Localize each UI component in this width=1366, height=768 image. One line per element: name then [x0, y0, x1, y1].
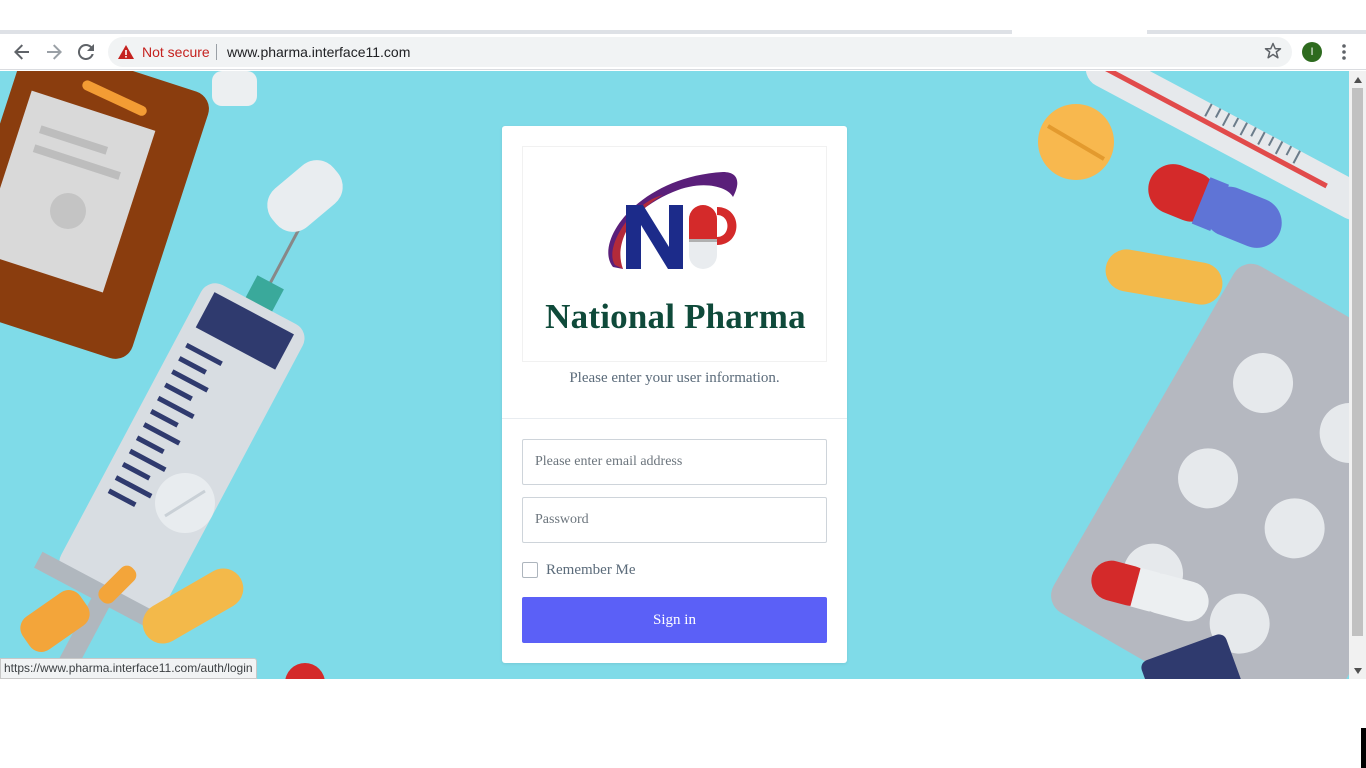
reload-button[interactable]: [74, 40, 98, 64]
scroll-up-icon: [1353, 76, 1362, 83]
browser-menu-button[interactable]: [1334, 40, 1354, 64]
login-instructions: Please enter your user information.: [569, 370, 780, 386]
scroll-down-icon: [1353, 667, 1362, 674]
tablet-illustration: [267, 160, 343, 232]
star-icon[interactable]: [1264, 42, 1282, 60]
menu-icon: [1342, 44, 1346, 60]
brand-name: National Pharma: [545, 297, 806, 336]
scroll-up-button[interactable]: [1349, 71, 1366, 88]
remember-me-label[interactable]: Remember Me: [546, 562, 636, 579]
national-pharma-logo-mark: [608, 172, 738, 269]
password-input[interactable]: [522, 497, 827, 543]
back-button[interactable]: [10, 40, 34, 64]
sign-in-button[interactable]: Sign in: [522, 597, 827, 643]
back-icon: [14, 44, 29, 60]
forward-icon: [47, 44, 62, 60]
page-scrollbar[interactable]: [1349, 71, 1366, 679]
scroll-down-button[interactable]: [1349, 662, 1366, 679]
capsule-illustration: [1105, 249, 1223, 305]
tab-strip: [0, 0, 1366, 34]
card-divider: [502, 418, 847, 419]
brand-logo: National Pharma: [522, 146, 827, 362]
security-label[interactable]: Not secure: [142, 44, 210, 60]
reload-icon: [78, 44, 94, 60]
forward-button[interactable]: [42, 40, 66, 64]
browser-toolbar: Not secure www.pharma.interface11.com I: [0, 34, 1366, 70]
screen-edge: [1361, 728, 1366, 768]
warning-icon: [118, 45, 134, 59]
profile-avatar[interactable]: I: [1302, 42, 1322, 62]
below-viewport-area: [0, 679, 1366, 768]
link-status-bubble: https://www.pharma.interface11.com/auth/…: [0, 658, 257, 679]
login-card: National Pharma Please enter your user i…: [502, 126, 847, 663]
url-text[interactable]: www.pharma.interface11.com: [227, 44, 410, 60]
tablet-illustration: [212, 71, 257, 106]
medicine-bottle-illustration: [0, 71, 209, 359]
scroll-thumb[interactable]: [1352, 88, 1363, 636]
page-viewport: National Pharma Please enter your user i…: [0, 71, 1349, 679]
address-separator: [216, 44, 217, 60]
address-bar[interactable]: Not secure www.pharma.interface11.com: [108, 37, 1292, 67]
remember-me-checkbox[interactable]: [522, 562, 538, 578]
email-input[interactable]: [522, 439, 827, 485]
remember-me-row[interactable]: Remember Me: [522, 562, 636, 578]
